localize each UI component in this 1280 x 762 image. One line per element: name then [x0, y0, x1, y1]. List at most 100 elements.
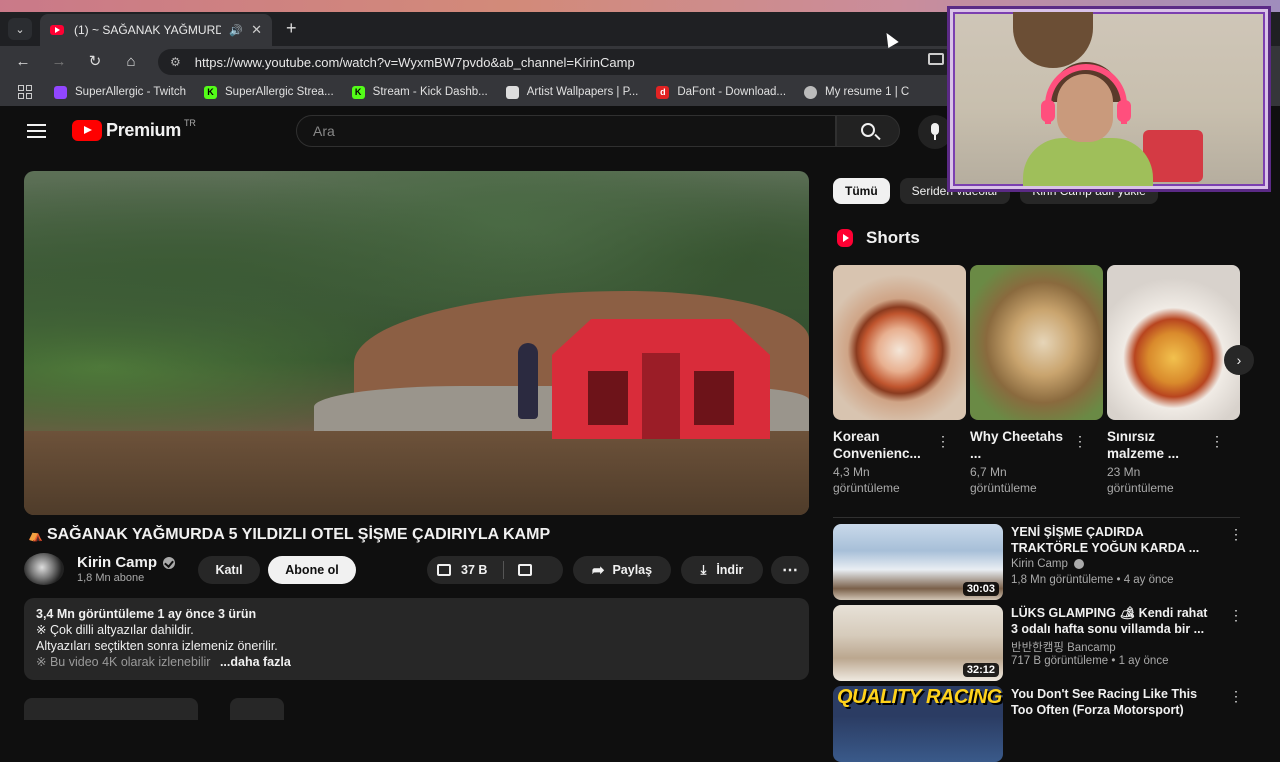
more-vert-icon[interactable]: ⋮ [936, 433, 950, 450]
tab-close-icon[interactable]: ✕ [251, 22, 262, 38]
headset [1045, 64, 1127, 124]
dafont-icon: d [656, 85, 670, 99]
speaker-icon[interactable]: 🔊 [229, 24, 243, 37]
video-thumbnail[interactable]: 32:12 [833, 605, 1003, 681]
tab-title: (1) ~ SAĞANAK YAĞMURD... [74, 23, 222, 37]
verified-check-icon [1073, 559, 1084, 569]
channel-name[interactable]: Kirin Camp [1011, 558, 1084, 570]
description-meta: 3,4 Mn görüntüleme 1 ay önce 3 ürün [36, 607, 257, 621]
channel-name[interactable]: 반반한캠핑 Bancamp [1011, 639, 1116, 655]
shorts-icon [837, 229, 853, 247]
subscribe-button[interactable]: Abone ol [268, 556, 356, 584]
comments-chip-placeholder[interactable] [24, 698, 198, 720]
short-title[interactable]: Korean Convenienc... [833, 428, 941, 462]
duration-badge: 32:12 [962, 663, 999, 677]
like-count[interactable]: 37 B [461, 563, 487, 577]
description-line: ※ Çok dilli altyazılar dahildir. [36, 623, 194, 637]
verified-check-icon [163, 556, 176, 569]
youtube-favicon-icon [50, 25, 64, 35]
short-card[interactable]: Sınırsız malzeme ... 23 Mn görüntüleme ⋮ [1107, 265, 1240, 496]
show-more-link[interactable]: ...daha fazla [220, 655, 291, 669]
tab-search-button[interactable]: ⌄ [8, 18, 32, 40]
bookmark-item[interactable]: Artist Wallpapers | P... [505, 85, 638, 99]
more-vert-icon[interactable]: ⋮ [1229, 607, 1243, 624]
more-vert-icon[interactable]: ⋮ [1229, 526, 1243, 543]
recommended-video[interactable]: 32:12 LÜKS GLAMPING 🏕 Kendi rahat 3 odalı… [833, 605, 1243, 681]
tent-emoji-icon: ⛺ [28, 528, 43, 542]
bookmark-item[interactable]: SuperAllergic - Twitch [54, 85, 186, 99]
video-title[interactable]: You Don't See Racing Like This Too Often … [1011, 686, 1225, 718]
menu-icon[interactable] [27, 124, 46, 138]
bookmark-item[interactable]: K Stream - Kick Dashb... [351, 85, 488, 99]
kick-icon: K [204, 85, 217, 99]
description-line: ※ Bu video 4K olarak izlenebilir ...daha… [36, 655, 291, 669]
bookmark-item[interactable]: d DaFont - Download... [656, 85, 786, 99]
share-button[interactable]: ➦ Paylaş [573, 556, 671, 584]
voice-search-mic-icon[interactable] [918, 115, 952, 149]
reload-icon[interactable]: ↻ [84, 52, 106, 72]
channel-avatar[interactable] [24, 553, 64, 585]
search-icon [861, 123, 875, 137]
short-title[interactable]: Why Cheetahs ... [970, 428, 1078, 462]
search-button[interactable] [836, 115, 900, 147]
video-player[interactable] [24, 171, 809, 515]
like-icon[interactable] [437, 564, 451, 576]
dislike-icon[interactable] [518, 564, 533, 576]
video-title[interactable]: LÜKS GLAMPING 🏕 Kendi rahat 3 odalı hafta… [1011, 605, 1225, 637]
browser-tab-active[interactable]: (1) ~ SAĞANAK YAĞMURD... 🔊 ✕ [40, 14, 272, 46]
short-thumbnail[interactable] [833, 265, 966, 420]
globe-icon [804, 85, 818, 99]
divider [503, 561, 505, 579]
short-views: 4,3 Mn görüntüleme [833, 465, 900, 495]
cast-icon[interactable] [928, 53, 944, 65]
like-dislike-group: 37 B [427, 556, 563, 584]
new-tab-button[interactable]: + [286, 18, 297, 39]
sort-chip-placeholder[interactable] [230, 698, 284, 720]
youtube-premium-logo[interactable]: Premium TR [72, 118, 196, 141]
short-views: 6,7 Mn görüntüleme [970, 465, 1037, 495]
shorts-heading: Shorts [837, 228, 920, 248]
download-button[interactable]: ⤓ İndir [681, 556, 763, 584]
bookmark-item[interactable]: My resume 1 | C [804, 85, 909, 99]
video-title[interactable]: YENİ ŞİŞME ÇADIRDA TRAKTÖRLE YOĞUN KARDA … [1011, 524, 1225, 556]
short-thumbnail[interactable] [970, 265, 1103, 420]
url-field[interactable]: ⚙ https://www.youtube.com/watch?v=WyxmBW… [158, 49, 958, 75]
thumbnail-text: QUALITY RACING [837, 686, 1002, 708]
bookmark-item[interactable]: K SuperAllergic Strea... [204, 85, 334, 99]
apps-grid-icon[interactable] [18, 85, 32, 99]
short-card[interactable]: Korean Convenienc... 4,3 Mn görüntüleme ⋮ [833, 265, 966, 496]
video-meta: 717 B görüntüleme • 1 ay önce [1011, 655, 1169, 667]
more-vert-icon[interactable]: ⋮ [1229, 688, 1243, 705]
home-icon[interactable]: ⌂ [120, 52, 142, 72]
more-vert-icon[interactable]: ⋮ [1073, 433, 1087, 450]
short-title[interactable]: Sınırsız malzeme ... [1107, 428, 1215, 462]
description-line: Altyazıları seçtikten sonra izlemeniz ön… [36, 639, 278, 653]
chip-all[interactable]: Tümü [833, 178, 890, 204]
video-meta: 1,8 Mn görüntüleme • 4 ay önce [1011, 574, 1174, 586]
subscriber-count: 1,8 Mn abone [77, 572, 145, 584]
url-text: https://www.youtube.com/watch?v=WyxmBW7p… [194, 54, 635, 70]
twitch-icon [54, 85, 67, 99]
recommended-video[interactable]: 30:03 YENİ ŞİŞME ÇADIRDA TRAKTÖRLE YOĞUN … [833, 524, 1243, 600]
divider [833, 517, 1240, 518]
channel-name[interactable]: Kirin Camp [77, 554, 176, 571]
back-arrow-icon[interactable]: ← [12, 52, 34, 72]
more-actions-button[interactable]: ⋯ [771, 556, 809, 584]
image-icon [505, 85, 519, 99]
recommended-video[interactable]: QUALITY RACING You Don't See Racing Like… [833, 686, 1243, 762]
shorts-next-chevron-icon[interactable]: › [1224, 345, 1254, 375]
short-views: 23 Mn görüntüleme [1107, 465, 1174, 495]
more-vert-icon[interactable]: ⋮ [1210, 433, 1224, 450]
short-card[interactable]: Why Cheetahs ... 6,7 Mn görüntüleme ⋮ [970, 265, 1103, 496]
site-info-icon[interactable]: ⚙ [170, 55, 181, 69]
video-thumbnail[interactable]: 30:03 [833, 524, 1003, 600]
short-thumbnail[interactable] [1107, 265, 1240, 420]
video-thumbnail[interactable]: QUALITY RACING [833, 686, 1003, 762]
search-input[interactable]: Ara [296, 115, 836, 147]
forward-arrow-icon[interactable]: → [48, 52, 70, 72]
duration-badge: 30:03 [962, 582, 999, 596]
person-figure [518, 343, 538, 419]
description-box[interactable]: 3,4 Mn görüntüleme 1 ay önce 3 ürün ※ Ço… [24, 598, 809, 680]
webcam-overlay [950, 9, 1268, 189]
join-button[interactable]: Katıl [198, 556, 260, 584]
